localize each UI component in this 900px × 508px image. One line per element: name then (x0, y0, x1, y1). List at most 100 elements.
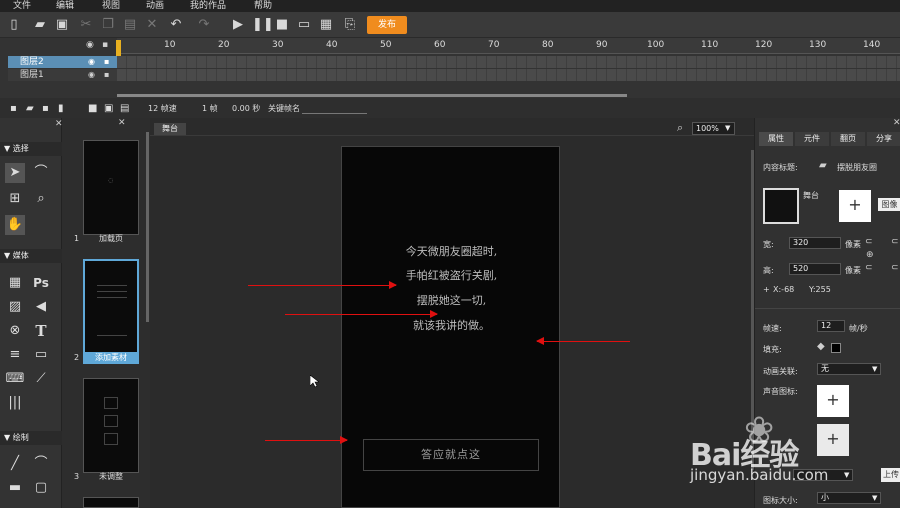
lock-icon[interactable]: ▪ (104, 69, 109, 81)
menu-edit[interactable]: 编辑 (56, 0, 74, 12)
lock-icon[interactable]: ▪ (104, 56, 109, 68)
open-folder-icon[interactable]: ▰ (32, 17, 48, 33)
pause-icon[interactable]: ❚❚ (252, 17, 274, 33)
preview-icon[interactable]: ▭ (296, 17, 312, 33)
cut-icon[interactable]: ✂ (78, 17, 94, 33)
publish-button[interactable]: 发布 (367, 16, 407, 34)
layer-frames-1[interactable] (117, 69, 900, 81)
eye-icon[interactable]: ◉ (88, 56, 95, 68)
tab-properties[interactable]: 属性 (759, 132, 793, 146)
lock-ratio-icon[interactable]: ⊕ (866, 250, 874, 260)
agree-button[interactable]: 答应就点这 (363, 439, 539, 471)
select-arrow-icon[interactable]: ➤ (5, 163, 25, 183)
image-button[interactable]: 图像 (878, 198, 900, 211)
export-icon[interactable]: ⎘ (342, 17, 358, 33)
page-thumbnail[interactable] (83, 378, 139, 473)
magnifier-icon[interactable]: ⌕ (677, 121, 683, 135)
page-label[interactable]: 添加素材 (83, 352, 139, 364)
timeline-scrollbar[interactable] (117, 94, 627, 97)
tab-components[interactable]: 元件 (795, 132, 829, 146)
paint-bucket-icon[interactable]: ◆ (817, 341, 825, 352)
add-folder-icon[interactable]: ▰ (26, 103, 34, 114)
video-icon[interactable]: ⊗ (5, 321, 25, 341)
page-thumbnail[interactable] (83, 497, 139, 508)
paragraph-icon[interactable]: ≡ (5, 345, 25, 365)
page-thumbnail[interactable] (83, 259, 139, 354)
pages-scrollbar[interactable] (146, 132, 149, 322)
section-select[interactable]: ▼ 选择 (0, 142, 62, 156)
delete-layer-icon[interactable]: ▮ (58, 103, 64, 114)
save-icon[interactable]: ▣ (54, 17, 70, 33)
eye-icon[interactable]: ◉ (88, 69, 95, 81)
qrcode-icon[interactable]: ▦ (318, 17, 334, 33)
close-icon[interactable]: ✕ (118, 118, 126, 128)
ps-icon[interactable]: Ps (31, 273, 51, 293)
layer-row-2[interactable]: 图层2 ◉ ▪ (8, 56, 117, 68)
paste-icon[interactable]: ▤ (122, 17, 138, 33)
poem-line[interactable]: 摆脱她这一切, (342, 292, 559, 308)
fps-input[interactable]: 12 (817, 320, 845, 332)
image-icon[interactable]: ▨ (5, 297, 25, 317)
zoom-icon[interactable]: ⌕ (31, 189, 51, 209)
poem-line[interactable]: 手帕红被盗行关剧, (342, 267, 559, 283)
link-icon[interactable]: ⊂ (891, 263, 899, 273)
section-draw[interactable]: ▼ 绘制 (0, 431, 62, 445)
audio-icon[interactable]: ◀ (31, 297, 51, 317)
menu-file[interactable]: 文件 (13, 0, 31, 12)
layer-row-1[interactable]: 图层1 ◉ ▪ (8, 69, 117, 81)
board-icon[interactable]: ▭ (31, 345, 51, 365)
icon-size-select[interactable]: 小 ▼ (817, 492, 881, 504)
node-select-icon[interactable]: ⌒ (31, 163, 51, 183)
page-label[interactable]: 未调整 (83, 471, 139, 483)
rectangle-icon[interactable]: ▬ (5, 478, 25, 498)
new-file-icon[interactable]: ▯ (6, 17, 22, 33)
barcode-icon[interactable]: ||| (5, 393, 25, 413)
anim-link-select[interactable]: 无 ▼ (817, 363, 881, 375)
link-icon[interactable]: ⊂ (865, 237, 873, 247)
timeline-ruler[interactable]: 10 20 30 40 50 60 70 80 90 100 110 120 1… (117, 38, 900, 54)
link-icon[interactable]: ⊂ (865, 263, 873, 273)
copy-icon[interactable]: ❐ (100, 17, 116, 33)
line-icon[interactable]: ╱ (5, 454, 25, 474)
poem-line[interactable]: 今天微朋友圈超时, (342, 243, 559, 259)
page-label[interactable]: 加载页 (83, 233, 139, 245)
clear-frame-icon[interactable]: ▤ (120, 103, 129, 114)
curve-icon[interactable]: ⌒ (31, 454, 51, 474)
tab-page-turn[interactable]: 翻页 (831, 132, 865, 146)
insert-keyframe-icon[interactable]: ▣ (104, 103, 113, 114)
stage-tab[interactable]: 舞台 (154, 123, 186, 135)
chart-icon[interactable]: ⟋ (31, 369, 51, 389)
insert-frame-icon[interactable]: ■ (88, 103, 97, 114)
menu-view[interactable]: 视图 (102, 0, 120, 12)
copy-layer-icon[interactable]: ▪ (42, 103, 49, 114)
play-icon[interactable]: ▶ (230, 17, 246, 33)
upload-button[interactable]: 上传 (881, 468, 900, 482)
add-background-button[interactable]: + (839, 190, 871, 222)
lock-icon[interactable]: ▪ (102, 40, 108, 50)
stop-icon[interactable]: ■ (274, 17, 290, 33)
code-icon[interactable]: ⌨ (5, 369, 25, 389)
add-sound-icon-button-2[interactable]: + (817, 424, 849, 456)
grid-icon[interactable]: ▦ (5, 273, 25, 293)
redo-icon[interactable]: ↷ (196, 17, 212, 33)
undo-icon[interactable]: ↶ (168, 17, 184, 33)
tab-share[interactable]: 分享 (867, 132, 900, 146)
width-input[interactable]: 320 (789, 237, 841, 249)
layer-frames-2[interactable] (117, 56, 900, 68)
close-icon[interactable]: ✕ (893, 118, 900, 128)
hand-icon[interactable]: ✋ (5, 215, 25, 235)
menu-animation[interactable]: 动画 (146, 0, 164, 12)
delete-icon[interactable]: ✕ (144, 17, 160, 33)
page-thumbnail[interactable]: ◌ (83, 140, 139, 235)
content-title[interactable]: 摆脱朋友圈 (837, 162, 877, 173)
section-media[interactable]: ▼ 媒体 (0, 249, 62, 263)
add-sound-icon-button[interactable]: + (817, 385, 849, 417)
menu-my-works[interactable]: 我的作品 (190, 0, 226, 12)
add-layer-icon[interactable]: ▪ (10, 103, 17, 114)
keyframe-name-input[interactable] (302, 113, 367, 114)
poem-line[interactable]: 就该我讲的做。 (342, 317, 559, 333)
menu-help[interactable]: 帮助 (254, 0, 272, 12)
fill-color-swatch[interactable] (831, 343, 841, 353)
eye-icon[interactable]: ◉ (86, 40, 94, 50)
stage-canvas[interactable]: 今天微朋友圈超时, 手帕红被盗行关剧, 摆脱她这一切, 就该我讲的做。 答应就点… (341, 146, 560, 508)
